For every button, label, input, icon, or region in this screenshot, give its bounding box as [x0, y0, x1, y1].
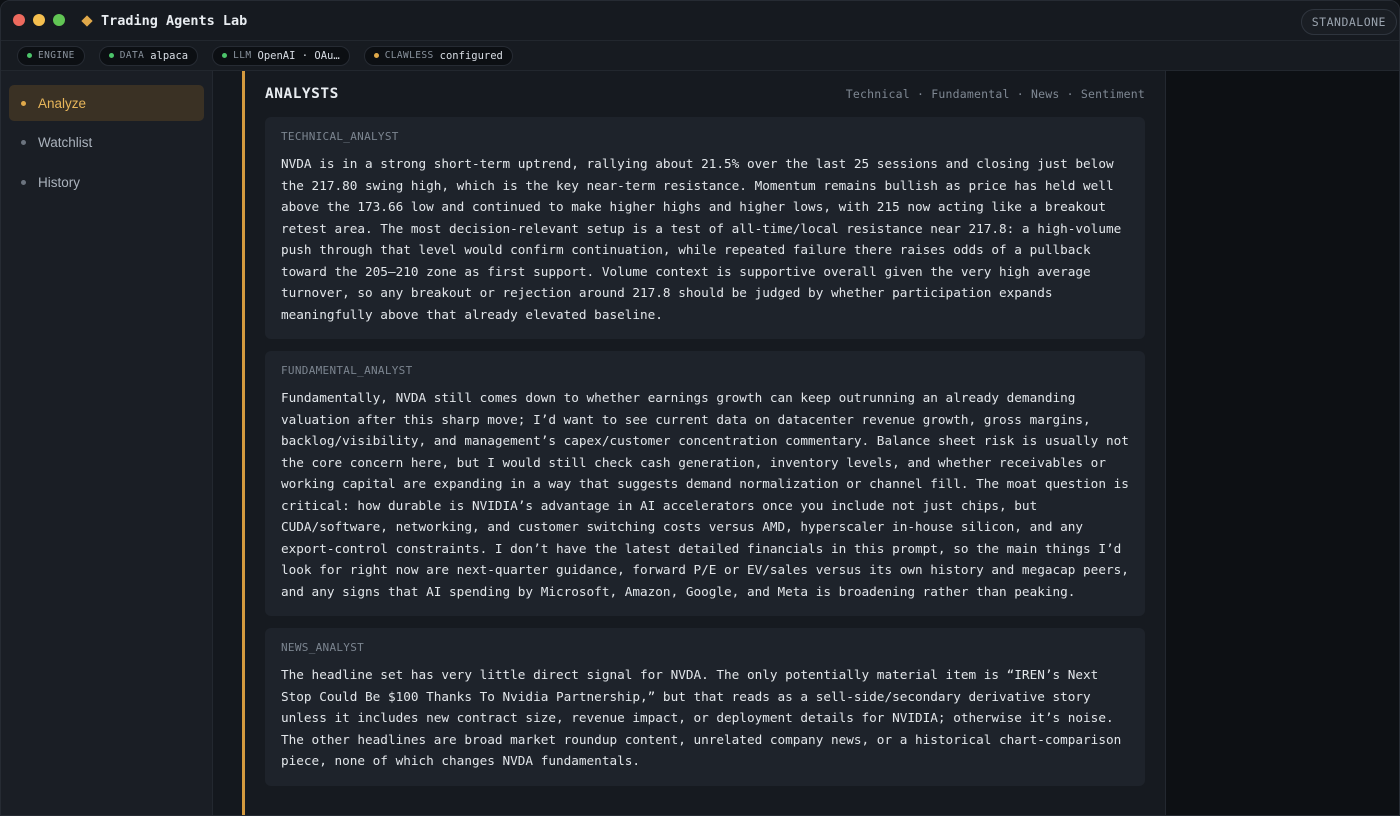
card-label: FUNDAMENTAL_ANALYST: [281, 364, 413, 377]
title-bar: Trading Agents Lab STANDALONE: [1, 1, 1399, 41]
card-text: Fundamentally, NVDA still comes down to …: [281, 390, 1129, 599]
bullet-icon: [21, 140, 26, 145]
sidebar-item-history[interactable]: History: [9, 164, 204, 200]
maximize-window-button[interactable]: [53, 14, 65, 26]
status-chip-data: DATA alpaca: [98, 45, 199, 66]
minimize-window-button[interactable]: [33, 14, 45, 26]
close-window-button[interactable]: [13, 14, 25, 26]
fundamental-analyst-card: FUNDAMENTAL_ANALYST Fundamentally, NVDA …: [265, 351, 1145, 616]
status-chip-engine: ENGINE: [17, 45, 85, 66]
status-dot-icon: [108, 53, 114, 58]
card-text: NVDA is in a strong short-term uptrend, …: [281, 156, 1122, 322]
card-label: TECHNICAL_ANALYST: [281, 130, 399, 143]
sidebar-item-analyze[interactable]: Analyze: [9, 85, 204, 121]
app-window: Trading Agents Lab STANDALONE ENGINE DAT…: [0, 0, 1400, 816]
news-analyst-card: NEWS_ANALYST The headline set has very l…: [265, 628, 1145, 786]
sidebar: Analyze Watchlist History: [1, 71, 213, 815]
analysts-panel[interactable]: ANALYSTS Technical · Fundamental · News …: [245, 71, 1166, 815]
app-title: Trading Agents Lab: [81, 12, 248, 30]
gutter: [213, 71, 243, 815]
status-dot-icon: [222, 53, 228, 58]
status-dot-icon: [27, 53, 32, 58]
app-title-text: Trading Agents Lab: [101, 13, 248, 29]
status-bar: ENGINE DATA alpaca LLM OpenAI · OAu… CLA…: [1, 41, 1399, 71]
analyst-types: Technical · Fundamental · News · Sentime…: [845, 87, 1145, 101]
bullet-icon: [21, 179, 26, 185]
card-label: NEWS_ANALYST: [281, 641, 365, 654]
panel-header: ANALYSTS Technical · Fundamental · News …: [265, 71, 1145, 117]
card-text: The headline set has very little direct …: [281, 667, 1122, 768]
page-title: ANALYSTS: [265, 86, 339, 102]
diamond-logo-icon: [81, 15, 93, 27]
sidebar-item-label: Watchlist: [38, 135, 93, 150]
mode-badge: STANDALONE: [1300, 9, 1397, 35]
status-dot-icon: [373, 53, 379, 58]
status-chip-llm: LLM OpenAI · OAu…: [212, 45, 350, 66]
sidebar-item-label: Analyze: [38, 95, 87, 111]
sidebar-item-watchlist[interactable]: Watchlist: [9, 125, 204, 161]
technical-analyst-card: TECHNICAL_ANALYST NVDA is in a strong sh…: [265, 117, 1145, 339]
sidebar-item-label: History: [38, 174, 81, 190]
bullet-icon: [21, 100, 26, 106]
right-panel: [1166, 71, 1399, 815]
status-chip-clawless: CLAWLESS configured: [363, 45, 513, 66]
